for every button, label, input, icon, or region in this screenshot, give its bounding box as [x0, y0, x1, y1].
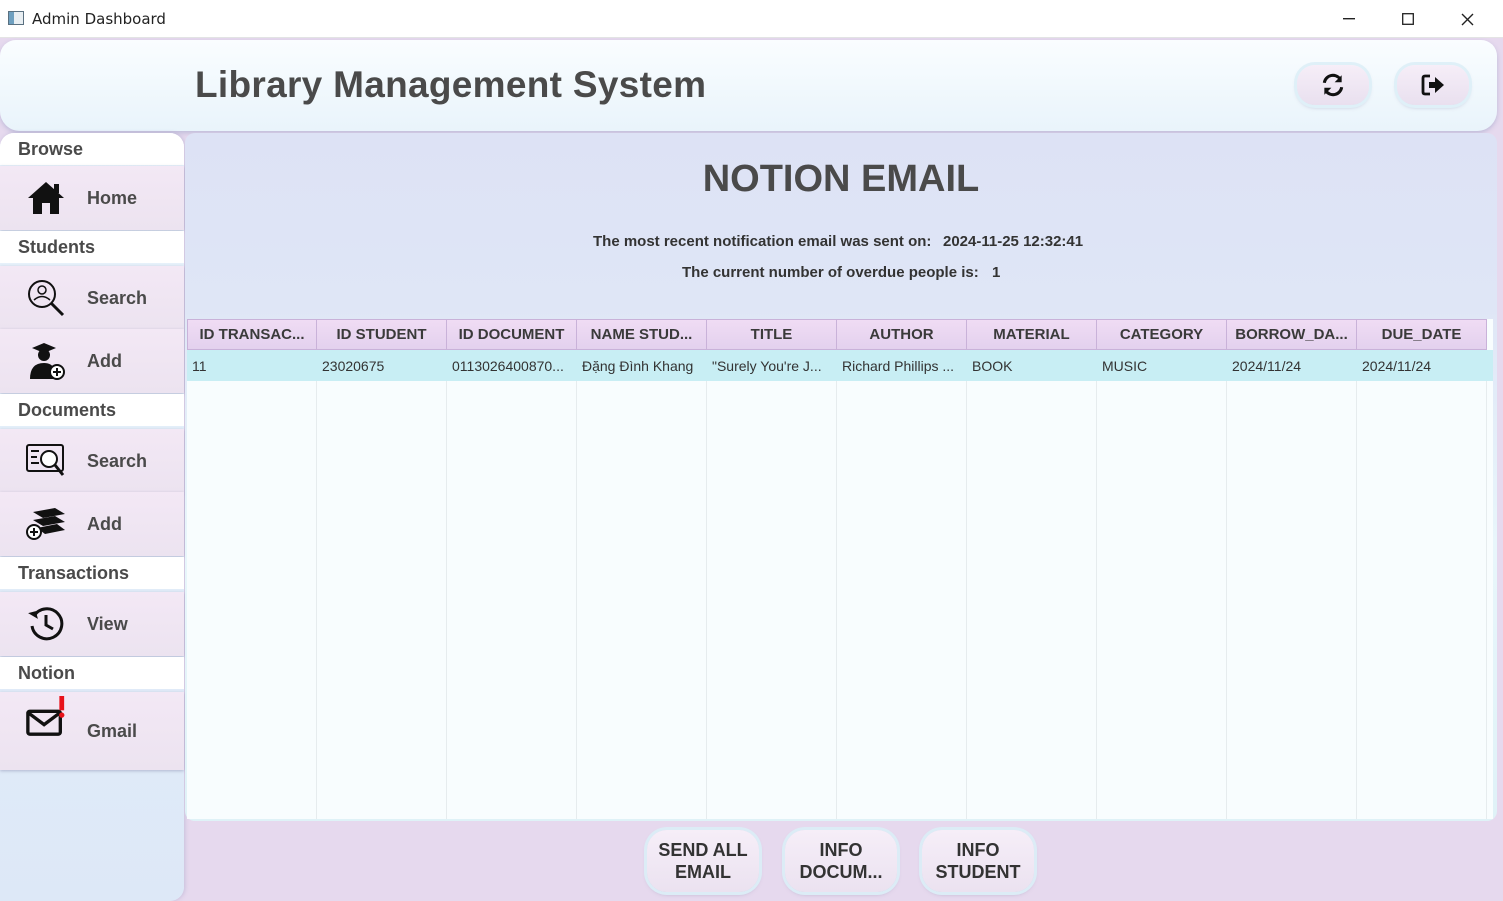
- sidebar-item-transactions-view[interactable]: View: [0, 592, 184, 656]
- section-documents: Documents: [0, 394, 184, 426]
- section-transactions: Transactions: [0, 557, 184, 589]
- table-cell: 0113026400870...: [452, 357, 564, 374]
- recent-email-value: 2024-11-25 12:32:41: [943, 233, 1084, 250]
- logout-button[interactable]: [1397, 65, 1469, 105]
- history-icon: [25, 603, 67, 645]
- sidebar-item-label: View: [87, 613, 128, 634]
- minimize-icon: [1343, 18, 1355, 20]
- table-cell: Đặng Đình Khang: [582, 357, 694, 374]
- button-label-line: INFO: [956, 840, 1000, 860]
- recent-email-label: The most recent notification email was s…: [593, 233, 932, 250]
- maximize-icon: [1402, 13, 1414, 25]
- table-cell: BOOK: [972, 357, 1013, 374]
- button-label-line: EMAIL: [675, 862, 731, 882]
- table-cell: 11: [192, 357, 207, 374]
- section-notion: Notion: [0, 657, 184, 689]
- mail-alert-icon: [25, 696, 67, 738]
- column-header[interactable]: DUE_DATE: [1357, 319, 1487, 350]
- sidebar-item-document-search[interactable]: Search: [0, 429, 184, 493]
- app-title: Library Management System: [195, 64, 707, 105]
- sidebar-item-document-add[interactable]: Add: [0, 492, 184, 556]
- table-row[interactable]: 11 23020675 0113026400870... Đặng Đình K…: [187, 350, 1493, 381]
- search-document-icon: [25, 440, 67, 482]
- window-titlebar: Admin Dashboard: [0, 0, 1503, 38]
- minimize-button[interactable]: [1320, 0, 1378, 38]
- sidebar-item-home[interactable]: Home: [0, 166, 184, 230]
- table-cell: 2024/11/24: [1362, 357, 1432, 374]
- sidebar-item-gmail[interactable]: Gmail: [0, 692, 184, 770]
- sidebar-item-student-search[interactable]: Search: [0, 266, 184, 330]
- table-cell: Richard Phillips ...: [842, 357, 955, 374]
- sidebar-item-label: Search: [87, 287, 148, 308]
- sidebar: Browse Home Students Search Add Document…: [0, 133, 184, 901]
- button-label-line: STUDENT: [935, 862, 1021, 882]
- close-icon: [1461, 13, 1473, 25]
- logout-icon: [1421, 74, 1444, 96]
- sidebar-item-label: Home: [87, 187, 138, 208]
- refresh-button[interactable]: [1297, 65, 1369, 105]
- overdue-count-label: The current number of overdue people is:: [682, 264, 979, 281]
- page-title: NOTION EMAIL: [702, 158, 980, 200]
- overdue-count-value: 1: [992, 264, 1001, 281]
- search-user-icon: [25, 277, 67, 319]
- add-book-icon: [25, 503, 67, 545]
- maximize-button[interactable]: [1379, 0, 1437, 38]
- sidebar-item-student-add[interactable]: Add: [0, 329, 184, 393]
- send-all-email-button[interactable]: SEND ALL EMAIL: [647, 830, 759, 892]
- app-header: Library Management System: [0, 40, 1497, 131]
- table-cell: 23020675: [322, 357, 385, 374]
- transactions-table[interactable]: ID TRANSAC... ID STUDENT ID DOCUMENT NAM…: [187, 319, 1493, 819]
- sidebar-item-label: Gmail: [87, 720, 138, 741]
- column-header[interactable]: MATERIAL: [967, 319, 1097, 350]
- section-browse: Browse: [0, 133, 184, 165]
- column-header[interactable]: AUTHOR: [837, 319, 967, 350]
- button-label-line: DOCUM...: [799, 862, 883, 882]
- sidebar-item-label: Add: [87, 350, 122, 371]
- button-label-line: SEND ALL: [658, 840, 748, 860]
- column-header[interactable]: NAME STUD...: [577, 319, 707, 350]
- section-students: Students: [0, 231, 184, 263]
- column-header[interactable]: ID STUDENT: [317, 319, 447, 350]
- column-header[interactable]: CATEGORY: [1097, 319, 1227, 350]
- info-student-button[interactable]: INFO STUDENT: [922, 830, 1034, 892]
- refresh-icon: [1322, 73, 1344, 97]
- main-panel: NOTION EMAIL The most recent notificatio…: [185, 133, 1497, 821]
- table-cell: MUSIC: [1102, 357, 1148, 374]
- add-student-icon: [25, 340, 67, 382]
- info-document-button[interactable]: INFO DOCUM...: [785, 830, 897, 892]
- table-cell: "Surely You're J...: [712, 357, 822, 374]
- column-header[interactable]: ID TRANSAC...: [187, 319, 317, 350]
- table-cell: 2024/11/24: [1232, 357, 1302, 374]
- table-header: ID TRANSAC... ID STUDENT ID DOCUMENT NAM…: [187, 319, 1493, 350]
- column-header[interactable]: ID DOCUMENT: [447, 319, 577, 350]
- close-window-button[interactable]: [1438, 0, 1496, 38]
- column-header[interactable]: TITLE: [707, 319, 837, 350]
- button-label-line: INFO: [819, 840, 863, 860]
- table-grid-lines: [187, 381, 1493, 819]
- window-title: Admin Dashboard: [32, 10, 166, 28]
- column-header[interactable]: BORROW_DA...: [1227, 319, 1357, 350]
- sidebar-item-label: Search: [87, 450, 148, 471]
- home-icon: [25, 177, 67, 219]
- sidebar-item-label: Add: [87, 513, 122, 534]
- app-icon: [8, 11, 24, 25]
